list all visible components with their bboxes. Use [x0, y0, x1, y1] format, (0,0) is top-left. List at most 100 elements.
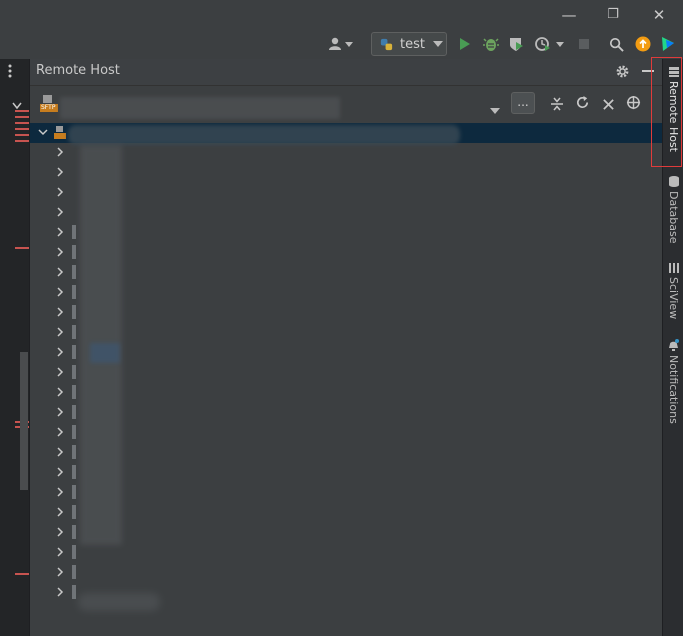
profile-button[interactable]	[534, 34, 568, 54]
error-marker[interactable]	[15, 128, 29, 130]
stop-icon	[579, 39, 589, 49]
folder-icon	[72, 225, 76, 239]
chevron-right-icon	[57, 287, 64, 297]
logo-icon	[662, 37, 674, 51]
tree-row[interactable]	[30, 383, 662, 403]
folder-icon	[72, 245, 76, 259]
close-button[interactable]: ✕	[647, 5, 671, 25]
jetbrains-toolbox-button[interactable]	[659, 34, 677, 54]
ide-update-button[interactable]	[634, 34, 652, 54]
tree-row[interactable]	[30, 163, 662, 183]
more-vertical-icon	[8, 64, 12, 78]
search-icon	[609, 37, 624, 52]
panel-title: Remote Host	[36, 63, 120, 78]
error-marker[interactable]	[15, 110, 29, 112]
tree-row[interactable]	[30, 583, 662, 603]
left-tool-window-strip	[0, 59, 30, 636]
tree-row[interactable]	[30, 283, 662, 303]
disconnect-button[interactable]	[602, 96, 615, 115]
panel-header: Remote Host	[30, 59, 662, 86]
tree-row[interactable]	[30, 443, 662, 463]
chevron-right-icon	[57, 587, 64, 597]
folder-icon	[72, 325, 76, 339]
error-marker[interactable]	[15, 134, 29, 136]
run-with-coverage-button[interactable]	[506, 34, 526, 54]
tab-label: Database	[667, 191, 680, 244]
error-marker[interactable]	[15, 116, 29, 118]
debug-icon	[483, 38, 499, 51]
tree-row[interactable]	[30, 523, 662, 543]
chevron-down-icon	[12, 102, 22, 110]
tree-row[interactable]	[30, 543, 662, 563]
error-marker[interactable]	[15, 247, 29, 249]
minimize-icon: —	[561, 6, 577, 24]
chevron-down-icon	[490, 108, 500, 114]
browse-button[interactable]: ...	[511, 92, 535, 114]
tree-row[interactable]	[30, 463, 662, 483]
chevron-right-icon	[57, 307, 64, 317]
error-marker[interactable]	[15, 573, 29, 575]
chevron-right-icon	[57, 547, 64, 557]
folder-icon	[72, 365, 76, 379]
host-selector-row: SFTP ...	[30, 86, 662, 123]
folder-icon	[72, 525, 76, 539]
profile-icon	[535, 37, 564, 51]
run-icon	[460, 38, 470, 50]
tab-notifications[interactable]: Notifications	[663, 339, 683, 449]
folder-icon	[72, 445, 76, 459]
crosshair-icon	[626, 95, 641, 110]
tree-row[interactable]	[30, 243, 662, 263]
folder-icon	[72, 585, 76, 599]
folder-icon	[72, 485, 76, 499]
chevron-right-icon	[57, 167, 64, 177]
restore-icon: ❐	[607, 7, 619, 22]
minimize-button[interactable]: —	[557, 5, 581, 25]
chevron-right-icon	[57, 367, 64, 377]
tree-row[interactable]	[30, 323, 662, 343]
debug-button[interactable]	[481, 34, 501, 54]
highlight-box	[651, 57, 682, 167]
error-marker[interactable]	[15, 140, 29, 142]
locate-button[interactable]	[626, 95, 641, 114]
tree-row[interactable]	[30, 483, 662, 503]
host-dropdown-button[interactable]	[490, 100, 500, 119]
tree-row[interactable]	[30, 503, 662, 523]
search-everywhere-button[interactable]	[607, 34, 625, 54]
chevron-right-icon	[57, 427, 64, 437]
error-marker[interactable]	[15, 122, 29, 124]
folder-icon	[72, 425, 76, 439]
tree-row[interactable]	[30, 563, 662, 583]
tab-database[interactable]: Database	[663, 176, 683, 256]
host-badge-label: SFTP	[41, 104, 56, 111]
tree-row[interactable]	[30, 423, 662, 443]
tree-row[interactable]	[30, 223, 662, 243]
tree-row[interactable]	[30, 343, 662, 363]
settings-button[interactable]	[615, 64, 630, 83]
run-configuration-selector[interactable]: test	[371, 32, 447, 56]
close-icon: ✕	[652, 6, 666, 24]
python-icon	[380, 38, 393, 50]
tree-row[interactable]	[30, 303, 662, 323]
tree-row[interactable]	[30, 183, 662, 203]
update-icon	[635, 36, 651, 52]
run-configuration-label: test	[400, 36, 425, 52]
remote-file-tree	[30, 123, 662, 636]
collapse-all-button[interactable]	[550, 96, 564, 115]
bell-icon	[669, 339, 679, 351]
tree-row[interactable]	[30, 203, 662, 223]
user-menu-icon	[329, 37, 353, 50]
tab-sciview[interactable]: SciView	[663, 263, 683, 333]
chevron-right-icon	[57, 447, 64, 457]
tree-row[interactable]	[30, 363, 662, 383]
scrollbar-thumb[interactable]	[20, 352, 28, 490]
kebab-menu-button[interactable]	[8, 63, 12, 82]
redacted-host-name[interactable]	[60, 97, 340, 119]
tree-row[interactable]	[30, 143, 662, 163]
stop-button[interactable]	[576, 34, 592, 54]
run-button[interactable]	[456, 34, 474, 54]
tree-row[interactable]	[30, 263, 662, 283]
refresh-button[interactable]	[575, 95, 590, 114]
user-menu-button[interactable]	[327, 34, 355, 54]
tree-row[interactable]	[30, 403, 662, 423]
restore-button[interactable]: ❐	[601, 5, 625, 25]
